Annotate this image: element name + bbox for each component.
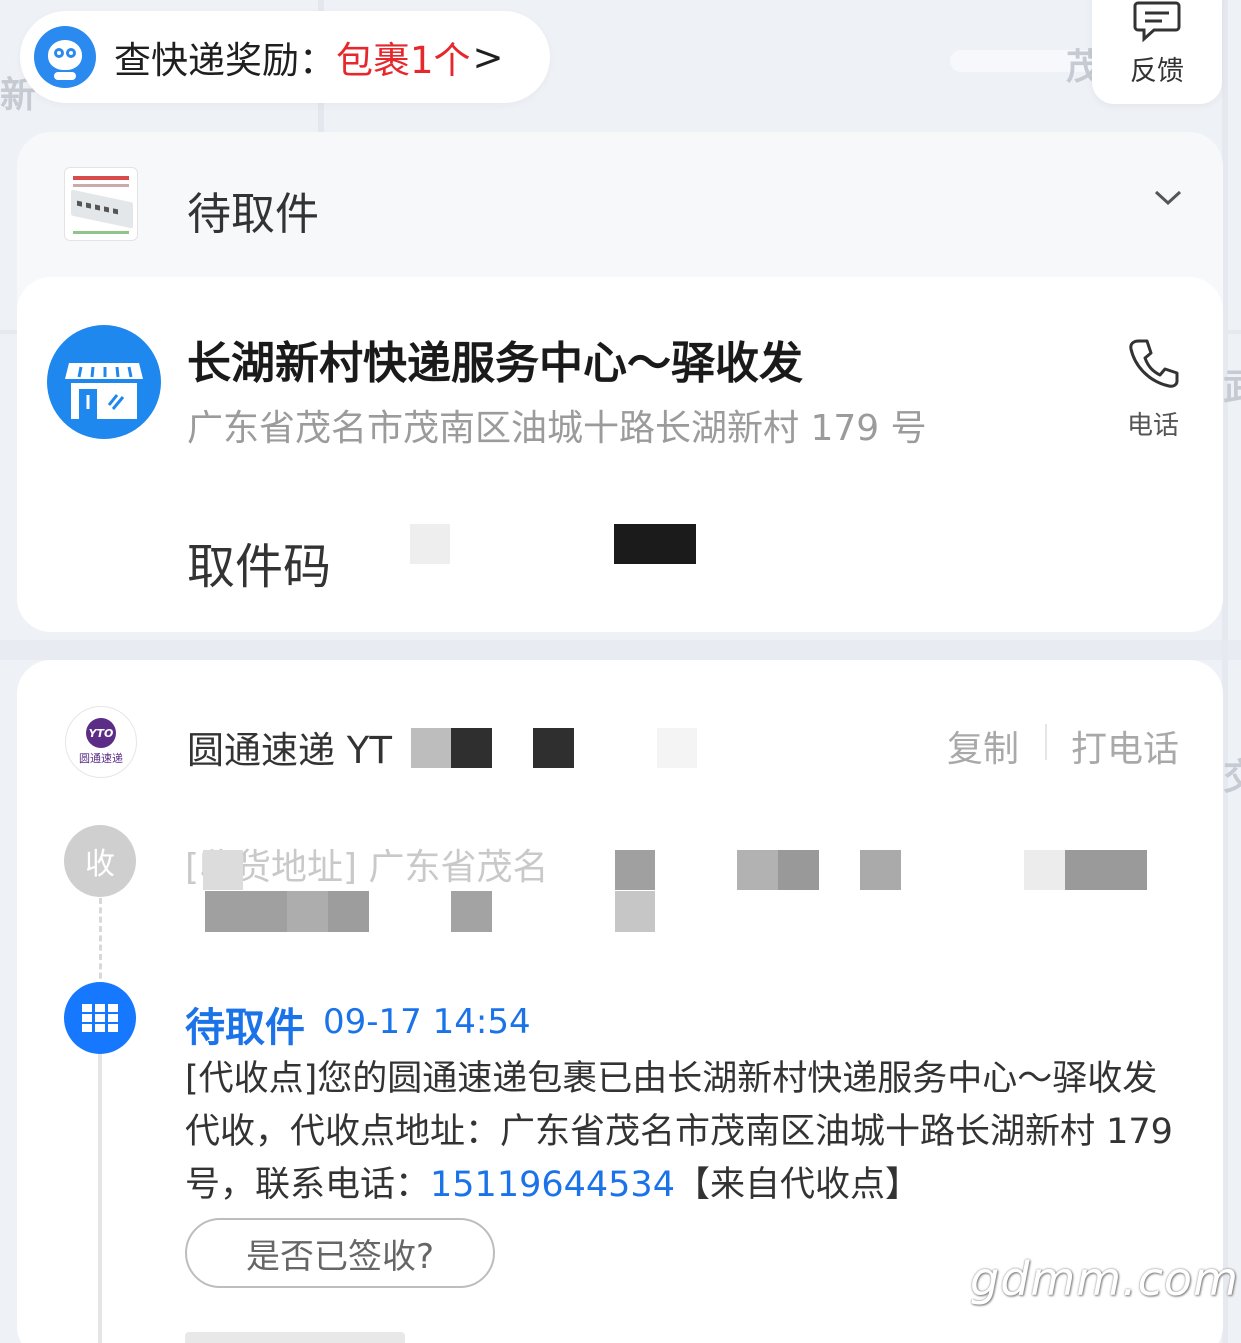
contact-phone-link[interactable]: 15119644534 — [430, 1165, 675, 1205]
feedback-icon — [1133, 1, 1181, 43]
phone-label: 电话 — [1126, 411, 1179, 441]
product-thumbnail — [64, 167, 138, 241]
redacted-block — [451, 728, 492, 768]
event-time: 09-17 14:54 — [323, 1002, 531, 1042]
yto-logo-icon: YTO — [86, 718, 116, 748]
redacted-block — [860, 850, 901, 890]
event-status: 待取件 — [185, 1005, 305, 1051]
redacted-block — [1024, 850, 1065, 890]
station-name: 长湖新村快递服务中心～驿收发 — [187, 338, 803, 389]
next-event-preview — [185, 1332, 405, 1343]
reward-count: 包裹1个 — [336, 39, 471, 82]
phone-button[interactable]: 电话 — [1113, 335, 1193, 442]
event-description: [代收点]您的圆通速递包裹已由长湖新村快递服务中心～驿收发代收，代收点地址：广东… — [185, 1053, 1185, 1212]
redacted-block — [657, 728, 697, 768]
grid-icon — [64, 982, 136, 1054]
station-address: 广东省茂名市茂南区油城十路长湖新村 179 号 — [187, 408, 927, 449]
map-label: 武 — [1223, 358, 1241, 410]
redacted-block — [615, 891, 655, 932]
carrier-logo-caption: 圆通速递 — [79, 752, 123, 765]
pickup-code-label: 取件码 — [187, 539, 332, 595]
pickup-card: 待取件 长湖新村快递服务中心～驿收发 广东省茂名市茂南区油城十路长湖新村 179… — [17, 132, 1223, 632]
receive-node-icon: 收 — [64, 825, 136, 897]
pending-header[interactable]: 待取件 — [17, 132, 1223, 277]
map-road — [0, 640, 1241, 660]
timeline-connector — [98, 1050, 102, 1343]
event-desc-source: 【来自代收点】 — [674, 1165, 920, 1205]
map-label: 交 — [1223, 748, 1241, 800]
watermark: gdmm.com — [970, 1252, 1239, 1306]
redacted-block — [615, 850, 655, 890]
tracking-card: YTO 圆通速递 圆通速递 YT 复制 打电话 收 [收货地址] 广东省茂名 待… — [17, 660, 1223, 1343]
redacted-block — [451, 891, 492, 932]
feedback-label: 反馈 — [1130, 56, 1184, 87]
reward-banner[interactable]: 查快递奖励： 包裹1个 > — [20, 11, 550, 103]
mascot-icon — [34, 26, 96, 88]
redacted-block — [1065, 850, 1147, 890]
call-button[interactable]: 打电话 — [1071, 720, 1179, 772]
redacted-block — [411, 728, 451, 768]
phone-icon — [1129, 339, 1179, 388]
divider — [1045, 724, 1047, 760]
carrier-tracking-number: 圆通速递 YT — [187, 729, 392, 772]
redacted-block — [410, 524, 450, 564]
timeline-connector — [99, 898, 102, 988]
redacted-block — [328, 891, 369, 932]
redacted-block — [778, 850, 819, 890]
carrier-logo: YTO 圆通速递 — [65, 706, 137, 778]
redacted-block — [203, 850, 243, 890]
station-panel: 长湖新村快递服务中心～驿收发 广东省茂名市茂南区油城十路长湖新村 179 号 电… — [17, 277, 1223, 632]
reward-arrow: > — [472, 35, 504, 79]
redacted-block — [614, 524, 696, 564]
reward-label: 查快递奖励： — [114, 39, 336, 82]
shop-icon — [47, 325, 161, 439]
copy-button[interactable]: 复制 — [947, 720, 1019, 772]
chevron-down-icon[interactable] — [1153, 188, 1183, 208]
redacted-block — [737, 850, 778, 890]
redacted-block — [205, 891, 287, 932]
pending-title: 待取件 — [187, 189, 319, 240]
redacted-block — [533, 728, 574, 768]
feedback-button[interactable]: 反馈 — [1092, 0, 1222, 104]
redacted-block — [287, 891, 328, 932]
signed-confirm-button[interactable]: 是否已签收? — [185, 1218, 495, 1288]
